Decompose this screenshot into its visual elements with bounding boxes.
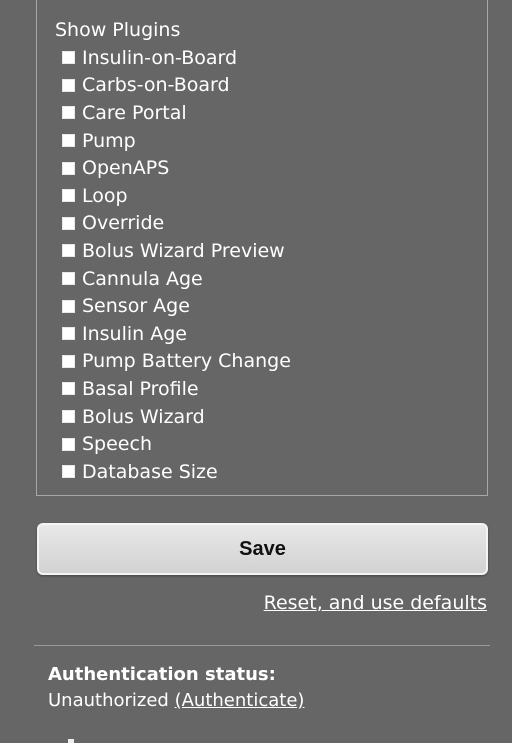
checkbox[interactable] <box>62 299 75 313</box>
plugin-item-pump[interactable]: Pump <box>62 127 291 155</box>
auth-status-line: Unauthorized (Authenticate) <box>48 690 304 712</box>
plugin-label: Speech <box>82 433 152 456</box>
checkbox[interactable] <box>62 382 75 396</box>
plugin-label: Basal Profile <box>82 377 199 400</box>
plugin-item-loop[interactable]: Loop <box>62 182 291 210</box>
plugin-item-pump-battery-change[interactable]: Pump Battery Change <box>62 348 291 376</box>
plugin-item-care-portal[interactable]: Care Portal <box>62 99 291 127</box>
checkbox[interactable] <box>62 437 75 451</box>
cut-off-text <box>48 735 108 743</box>
plugin-item-override[interactable]: Override <box>62 210 291 238</box>
reset-defaults-link[interactable]: Reset, and use defaults <box>264 591 487 615</box>
plugin-item-database-size[interactable]: Database Size <box>62 458 291 486</box>
checkbox[interactable] <box>62 354 75 368</box>
divider <box>34 645 490 646</box>
checkbox[interactable] <box>62 189 75 203</box>
checkbox[interactable] <box>62 244 75 258</box>
plugin-item-insulin-on-board[interactable]: Insulin-on-Board <box>62 44 291 72</box>
plugin-label: OpenAPS <box>82 157 170 180</box>
authenticate-link[interactable]: (Authenticate) <box>175 690 305 711</box>
plugin-label: Care Portal <box>82 101 187 124</box>
plugin-label: Bolus Wizard <box>82 405 205 428</box>
checkbox[interactable] <box>62 272 75 286</box>
auth-status-value: Unauthorized <box>48 690 169 711</box>
plugin-item-openaps[interactable]: OpenAPS <box>62 154 291 182</box>
checkbox[interactable] <box>62 410 75 424</box>
plugin-item-cannula-age[interactable]: Cannula Age <box>62 265 291 293</box>
plugin-label: Sensor Age <box>82 295 190 318</box>
settings-panel: Show Plugins Insulin-on-Board Carbs-on-B… <box>0 0 512 743</box>
plugin-item-basal-profile[interactable]: Basal Profile <box>62 375 291 403</box>
plugin-label: Pump <box>82 129 136 152</box>
plugin-item-bolus-wizard-preview[interactable]: Bolus Wizard Preview <box>62 237 291 265</box>
plugin-label: Database Size <box>82 460 218 483</box>
plugin-label: Pump Battery Change <box>82 350 291 373</box>
checkbox[interactable] <box>62 327 75 341</box>
checkbox[interactable] <box>62 216 75 230</box>
plugin-label: Loop <box>82 184 128 207</box>
plugin-label: Insulin Age <box>82 322 187 345</box>
plugin-label: Override <box>82 212 165 235</box>
checkbox[interactable] <box>62 465 75 479</box>
checkbox[interactable] <box>62 78 75 92</box>
plugin-label: Bolus Wizard Preview <box>82 239 285 262</box>
plugin-item-sensor-age[interactable]: Sensor Age <box>62 292 291 320</box>
plugin-label: Cannula Age <box>82 267 203 290</box>
checkbox[interactable] <box>62 51 75 65</box>
plugin-label: Insulin-on-Board <box>82 46 238 69</box>
checkbox[interactable] <box>62 161 75 175</box>
plugin-item-insulin-age[interactable]: Insulin Age <box>62 320 291 348</box>
save-button[interactable]: Save <box>37 523 488 575</box>
plugins-title: Show Plugins <box>55 19 181 41</box>
plugin-item-carbs-on-board[interactable]: Carbs-on-Board <box>62 72 291 100</box>
checkbox[interactable] <box>62 106 75 120</box>
checkbox[interactable] <box>62 134 75 148</box>
plugin-item-speech[interactable]: Speech <box>62 430 291 458</box>
plugin-list: Insulin-on-Board Carbs-on-Board Care Por… <box>62 44 291 486</box>
auth-status-heading: Authentication status: <box>48 664 276 685</box>
plugin-label: Carbs-on-Board <box>82 74 230 97</box>
plugin-item-bolus-wizard[interactable]: Bolus Wizard <box>62 403 291 431</box>
